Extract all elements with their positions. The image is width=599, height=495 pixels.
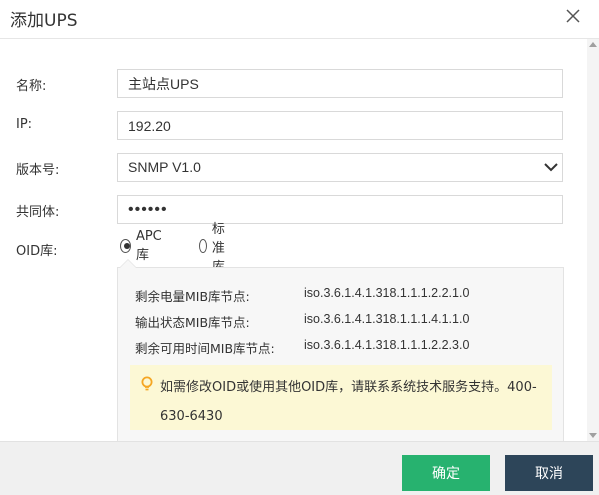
oid-row-label-runtime: 剩余可用时间MIB库节点: bbox=[135, 341, 275, 356]
oid-row-label-output: 输出状态MIB库节点: bbox=[135, 315, 250, 330]
ip-label: IP: bbox=[16, 117, 33, 132]
radio-apc[interactable]: APC库 bbox=[120, 229, 165, 263]
radio-apc-indicator[interactable] bbox=[120, 239, 131, 253]
chevron-down-icon[interactable] bbox=[543, 159, 559, 179]
radio-standard-indicator[interactable] bbox=[199, 239, 207, 253]
community-password-value: •••••• bbox=[128, 201, 168, 218]
oid-row-label-battery: 剩余电量MIB库节点: bbox=[135, 289, 250, 304]
radio-standard[interactable]: 标准库 bbox=[199, 222, 231, 275]
support-notice: 如需修改OID或使用其他OID库，请联系系统技术服务支持。400-630-643… bbox=[130, 365, 552, 430]
support-notice-text: 如需修改OID或使用其他OID库，请联系系统技术服务支持。400-630-643… bbox=[160, 380, 537, 424]
radio-standard-label: 标准库 bbox=[211, 221, 225, 275]
radio-apc-label: APC库 bbox=[135, 229, 162, 263]
oid-label: OID库: bbox=[16, 244, 58, 259]
version-select[interactable]: SNMP V1.0 bbox=[117, 153, 563, 182]
ip-input[interactable] bbox=[117, 111, 563, 140]
scroll-up-icon[interactable] bbox=[589, 42, 597, 47]
cancel-button[interactable]: 取消 bbox=[505, 455, 593, 491]
add-ups-dialog: 添加UPS 名称: IP: 版本号: SNMP V1.0 共同体: ••••••… bbox=[0, 0, 599, 495]
name-input[interactable] bbox=[117, 69, 563, 98]
scroll-down-icon[interactable] bbox=[589, 433, 597, 438]
dialog-title: 添加UPS bbox=[10, 11, 78, 31]
community-label: 共同体: bbox=[16, 205, 60, 220]
version-select-value: SNMP V1.0 bbox=[128, 159, 201, 175]
confirm-button[interactable]: 确定 bbox=[402, 455, 490, 491]
lightbulb-icon bbox=[141, 376, 153, 396]
oid-row-value-battery: iso.3.6.1.4.1.318.1.1.1.2.2.1.0 bbox=[304, 286, 470, 300]
name-label: 名称: bbox=[16, 79, 47, 94]
oid-row-value-output: iso.3.6.1.4.1.318.1.1.1.4.1.1.0 bbox=[304, 312, 470, 326]
close-icon[interactable] bbox=[563, 6, 583, 26]
title-bar: 添加UPS bbox=[0, 0, 599, 38]
panel-pointer-inner bbox=[120, 260, 136, 268]
version-label: 版本号: bbox=[16, 163, 60, 178]
oid-row-value-runtime: iso.3.6.1.4.1.318.1.1.1.2.2.3.0 bbox=[304, 338, 470, 352]
vertical-scrollbar[interactable] bbox=[587, 39, 599, 441]
community-password-input[interactable]: •••••• bbox=[117, 195, 563, 224]
